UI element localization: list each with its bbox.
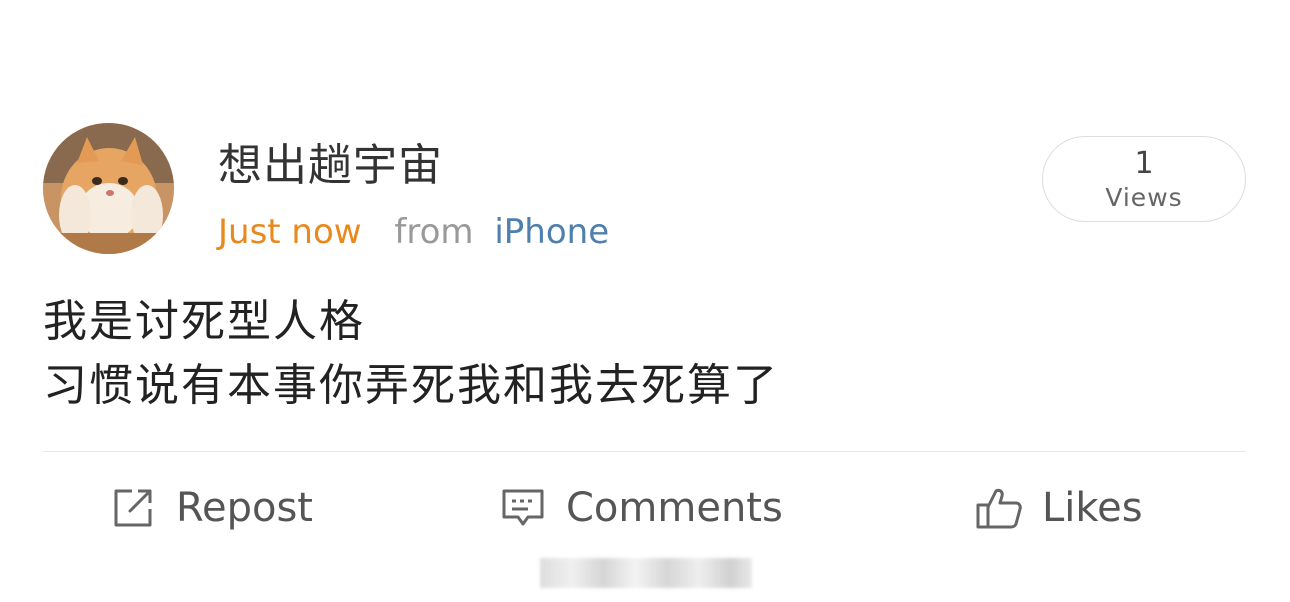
repost-label: Repost bbox=[176, 485, 313, 531]
post-line: 我是讨死型人格 bbox=[43, 296, 365, 347]
repost-button[interactable]: Repost bbox=[108, 480, 313, 536]
divider bbox=[43, 451, 1246, 452]
post-meta: Just now from iPhone bbox=[218, 210, 609, 254]
comment-icon bbox=[498, 483, 548, 533]
views-count: 1 bbox=[1134, 146, 1154, 181]
likes-label: Likes bbox=[1042, 485, 1143, 531]
source-prefix: from bbox=[394, 212, 474, 252]
likes-button[interactable]: Likes bbox=[974, 480, 1143, 536]
comments-button[interactable]: Comments bbox=[498, 480, 783, 536]
source-device-link[interactable]: iPhone bbox=[494, 212, 609, 252]
views-badge[interactable]: 1 Views bbox=[1042, 136, 1246, 222]
repost-icon bbox=[108, 483, 158, 533]
post-line: 习惯说有本事你弄死我和我去死算了 bbox=[43, 360, 779, 411]
thumbs-up-icon bbox=[974, 483, 1024, 533]
post-time: Just now bbox=[218, 212, 362, 252]
comments-label: Comments bbox=[566, 485, 783, 531]
post-body: 我是讨死型人格 习惯说有本事你弄死我和我去死算了 bbox=[43, 290, 1243, 418]
views-label: Views bbox=[1105, 183, 1183, 212]
avatar[interactable] bbox=[43, 123, 174, 254]
blurred-watermark bbox=[540, 558, 752, 588]
author-name[interactable]: 想出趟宇宙 bbox=[218, 138, 443, 194]
cat-photo bbox=[43, 123, 174, 254]
